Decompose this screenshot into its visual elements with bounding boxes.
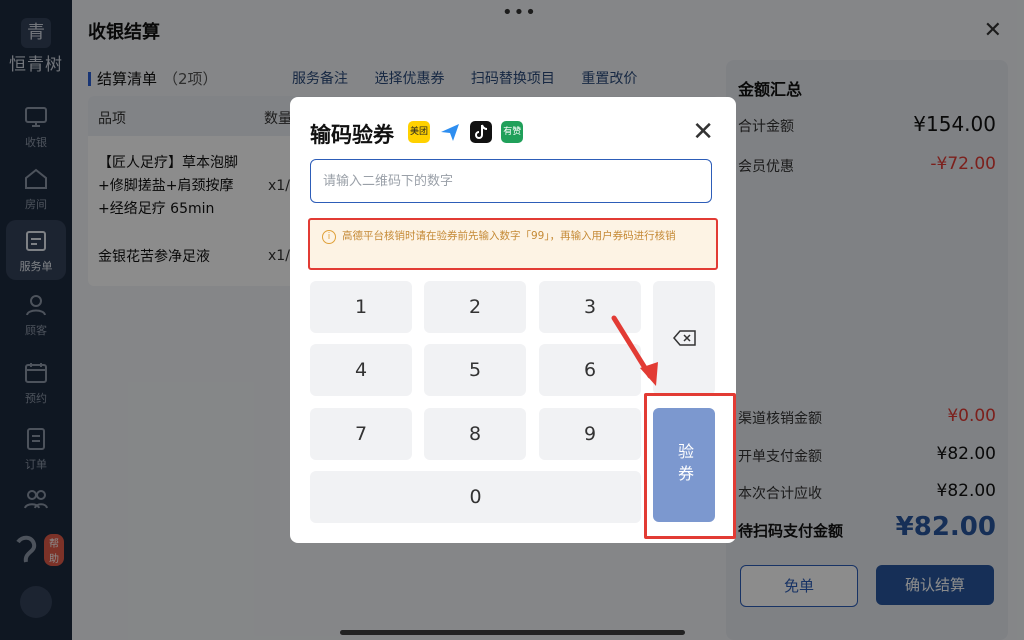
keypad-key-7[interactable]: 7 [310,408,412,460]
verify-label: 验券 [675,443,694,487]
notice-text: 高德平台核销时请在验券前先输入数字「99」，再输入用户券码进行核销 [342,230,676,242]
backspace-icon [673,330,696,346]
gaode-notice: i 高德平台核销时请在验券前先输入数字「99」，再输入用户券码进行核销 [308,218,718,270]
keypad-key-8[interactable]: 8 [424,408,526,460]
coupon-code-input[interactable] [310,159,712,203]
coupon-verify-dialog: 输码验券 美团 有赞 ✕ i 高德平台核销时请在验券前先输入数字「99」，再输入… [290,97,736,543]
home-indicator [340,630,685,635]
youzan-icon: 有赞 [501,121,524,143]
douyin-icon [470,121,493,143]
verify-coupon-button[interactable]: 验券 [653,408,715,522]
keypad-key-4[interactable]: 4 [310,344,412,396]
dialog-title: 输码验券 [310,123,394,147]
keypad-key-0[interactable]: 0 [310,471,641,523]
amap-icon [439,121,462,143]
info-icon: i [322,230,336,244]
meituan-icon: 美团 [408,121,430,143]
keypad-key-2[interactable]: 2 [424,281,526,333]
keypad-key-9[interactable]: 9 [539,408,641,460]
annotation-arrow-icon [611,315,658,386]
platform-logos: 美团 有赞 [408,121,527,143]
dialog-close-icon[interactable]: ✕ [692,119,714,145]
keypad-key-1[interactable]: 1 [310,281,412,333]
keypad-key-5[interactable]: 5 [424,344,526,396]
